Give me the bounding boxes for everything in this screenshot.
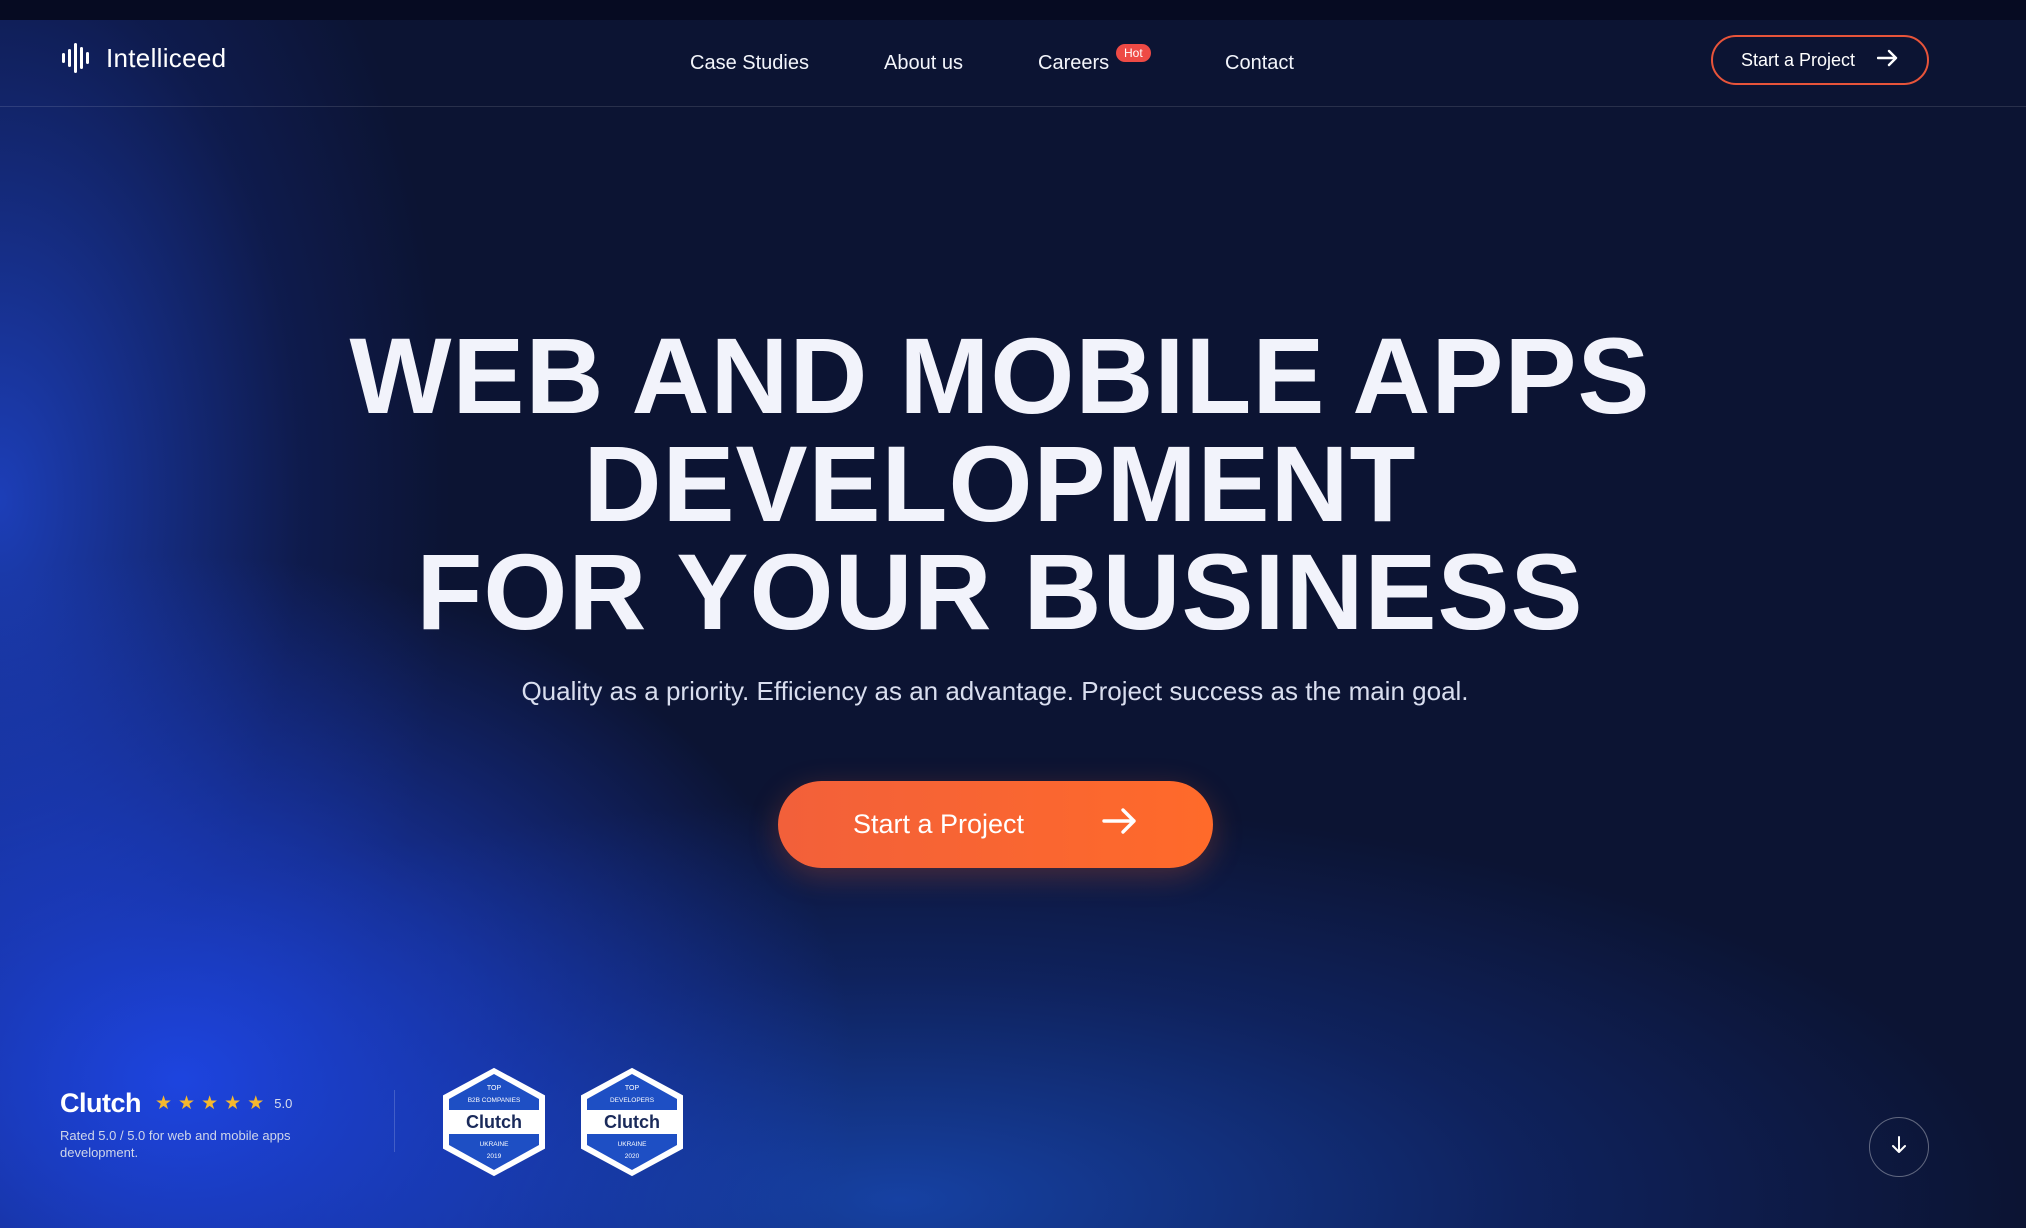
star-icon: ★ xyxy=(247,1093,265,1114)
star-icon: ★ xyxy=(201,1093,219,1114)
scroll-down-button[interactable] xyxy=(1869,1117,1929,1177)
clutch-badge-developers-2020: TOP DEVELOPERS Clutch UKRAINE 2020 xyxy=(577,1066,687,1178)
hero-cta-label: Start a Project xyxy=(852,809,1025,839)
rating-value: 5.0 xyxy=(274,1096,293,1111)
site-header: Intelliceed Case Studies About us Career… xyxy=(0,20,2026,107)
rating-stars: ★ ★ ★ ★ ★ 5.0 xyxy=(155,1094,292,1113)
badge-top: TOP xyxy=(625,1085,640,1092)
header-start-project-button[interactable]: Start a Project xyxy=(1711,35,1929,85)
hero-start-project-button[interactable]: Start a Project xyxy=(778,781,1213,868)
star-icon: ★ xyxy=(224,1093,242,1114)
clutch-badge-b2b-2019: TOP B2B COMPANIES Clutch UKRAINE 2019 xyxy=(439,1066,549,1178)
hot-badge: Hot xyxy=(1116,44,1151,62)
badge-category: DEVELOPERS xyxy=(610,1097,655,1104)
badge-country: UKRAINE xyxy=(480,1141,510,1148)
browser-top-strip xyxy=(0,0,2026,20)
landing-page: Intelliceed Case Studies About us Career… xyxy=(0,0,2026,1228)
divider xyxy=(394,1090,395,1152)
logo-waveform-icon xyxy=(60,38,96,78)
badge-brand: Clutch xyxy=(604,1112,660,1132)
badge-top: TOP xyxy=(487,1085,502,1092)
header-cta-label: Start a Project xyxy=(1740,49,1856,70)
arrow-right-icon xyxy=(1876,49,1899,72)
star-icon: ★ xyxy=(178,1093,196,1114)
logo-text: Intelliceed xyxy=(106,42,227,73)
clutch-wordmark: Clutch xyxy=(60,1088,142,1118)
logo[interactable]: Intelliceed xyxy=(60,38,226,78)
arrow-right-icon xyxy=(1102,807,1138,842)
nav-item-careers-label: Careers xyxy=(1038,52,1110,74)
star-icon: ★ xyxy=(155,1093,173,1114)
clutch-rating[interactable]: Clutch ★ ★ ★ ★ ★ 5.0 Rated 5.0 / 5.0 for… xyxy=(60,1088,350,1161)
badge-year: 2019 xyxy=(487,1153,502,1160)
hero-title-line-2: DEVELOPMENT xyxy=(583,423,1417,544)
hero-title-line-3: FOR YOUR BUSINESS xyxy=(416,531,1584,652)
hero-title: WEB AND MOBILE APPS DEVELOPMENT FOR YOUR… xyxy=(0,322,2000,646)
arrow-down-icon xyxy=(1891,1135,1907,1159)
badge-brand: Clutch xyxy=(466,1112,522,1132)
nav-item-contact[interactable]: Contact xyxy=(1225,52,1294,75)
nav-item-careers[interactable]: Careers Hot xyxy=(1038,44,1151,75)
hero-title-line-1: WEB AND MOBILE APPS xyxy=(349,315,1651,436)
badge-category: B2B COMPANIES xyxy=(468,1097,521,1104)
badge-country: UKRAINE xyxy=(618,1141,648,1148)
clutch-description: Rated 5.0 / 5.0 for web and mobile apps … xyxy=(60,1128,291,1160)
badge-year: 2020 xyxy=(625,1153,640,1160)
nav-item-case-studies[interactable]: Case Studies xyxy=(690,52,809,75)
hero-subtitle: Quality as a priority. Efficiency as an … xyxy=(521,676,1469,706)
nav-item-about-us[interactable]: About us xyxy=(884,52,963,75)
